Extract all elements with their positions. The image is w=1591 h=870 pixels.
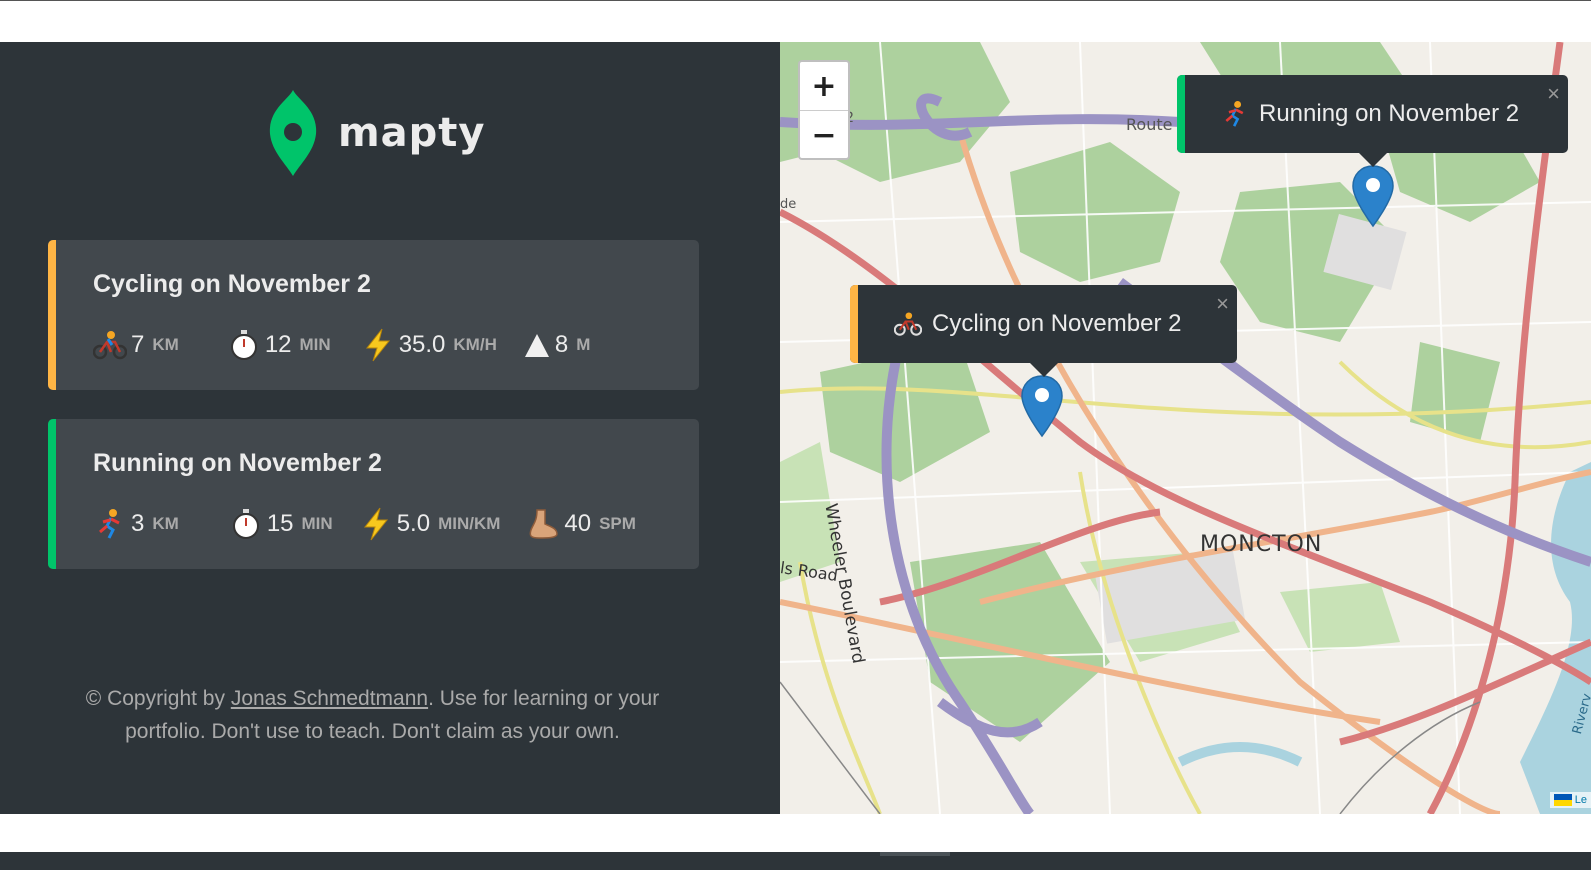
copyright-text: © Copyright by Jonas Schmedtmann. Use fo… [60,682,685,748]
workout-elevation: 8 m [523,328,591,362]
pace-unit: min/km [438,514,501,533]
workout-cadence: 40 spm [526,507,636,541]
workout-card-running[interactable]: Running on November 2 3 km 15 min [48,419,699,569]
speed-unit: km/h [453,335,497,354]
bottom-bar [0,852,1591,870]
app-name: mapty [338,110,486,156]
map[interactable]: MONCTON Wheeler Boulevard Route ls Road … [780,42,1591,814]
map-attribution[interactable]: Le [1549,792,1591,808]
copyright-prefix: © Copyright by [85,687,231,710]
attribution-text[interactable]: Le [1575,794,1587,806]
bottom-bar-segment [880,852,950,856]
sidebar: mapty Cycling on November 2 7 km 12 [0,42,780,814]
pace-value: 5.0 [396,510,431,537]
duration-unit: min [301,514,333,533]
workout-pace: 5.0 min/km [359,507,501,541]
workout-details: 3 km 15 min 5.0 min/km [93,507,636,541]
duration-value: 12 [264,331,292,358]
popup-tip [1029,363,1058,377]
road-label: de [780,197,797,212]
popup-cycling: Cycling on November 2 × [850,285,1237,377]
ukraine-flag-icon [1553,794,1572,806]
workout-duration: 15 min [229,507,333,541]
lightning-icon [359,507,393,541]
elevation-unit: m [576,335,591,354]
map-marker-running[interactable] [1351,164,1395,228]
popup-type-stripe [1177,75,1185,153]
author-link[interactable]: Jonas Schmedtmann [231,687,428,710]
workout-duration: 12 min [227,328,331,362]
distance-value: 7 [131,331,145,358]
map-pin-logo-icon [269,90,317,176]
zoom-in-button[interactable]: + [800,62,848,110]
bike-icon [93,328,127,362]
map-tiles [780,42,1591,814]
road-label: Route [1126,115,1173,134]
app-container: mapty Cycling on November 2 7 km 12 [0,42,1591,814]
popup-close-button[interactable]: × [1216,291,1229,317]
distance-unit: km [152,514,179,533]
zoom-control: + − [798,60,850,160]
workout-details: 7 km 12 min 35.0 km/h [93,328,590,362]
runner-icon [1221,100,1249,128]
popup-text: Cycling on November 2 [932,310,1182,337]
workout-speed: 35.0 km/h [361,328,497,362]
city-label: MONCTON [1200,532,1323,557]
workout-type-stripe [48,419,56,569]
logo: mapty [268,90,486,176]
popup-running: Running on November 2 × [1177,75,1568,167]
elevation-value: 8 [554,331,569,358]
stopwatch-icon [227,328,261,362]
popup-text: Running on November 2 [1259,100,1520,127]
map-marker-cycling[interactable] [1020,374,1064,438]
workout-card-cycling[interactable]: Cycling on November 2 7 km 12 min [48,240,699,390]
speed-value: 35.0 [398,331,446,358]
workout-type-stripe [48,240,56,390]
popup-close-button[interactable]: × [1547,81,1560,107]
stopwatch-icon [229,507,263,541]
duration-unit: min [299,335,331,354]
zoom-out-button[interactable]: − [800,111,848,159]
popup-type-stripe [850,285,858,363]
top-border [0,0,1591,1]
distance-unit: km [152,335,179,354]
popup-tip [1358,153,1387,167]
bike-icon [894,310,922,338]
foot-icon [526,507,560,541]
runner-icon [93,507,127,541]
cadence-value: 40 [564,510,592,537]
duration-value: 15 [266,510,294,537]
mountain-icon [523,328,551,362]
popup-content: Cycling on November 2 [894,310,1181,338]
distance-value: 3 [131,510,145,537]
popup-content: Running on November 2 [1221,100,1519,128]
workout-distance: 7 km [93,328,179,362]
lightning-icon [361,328,395,362]
workout-distance: 3 km [93,507,179,541]
workout-title: Running on November 2 [93,449,382,477]
cadence-unit: spm [599,514,636,533]
workout-title: Cycling on November 2 [93,270,371,298]
